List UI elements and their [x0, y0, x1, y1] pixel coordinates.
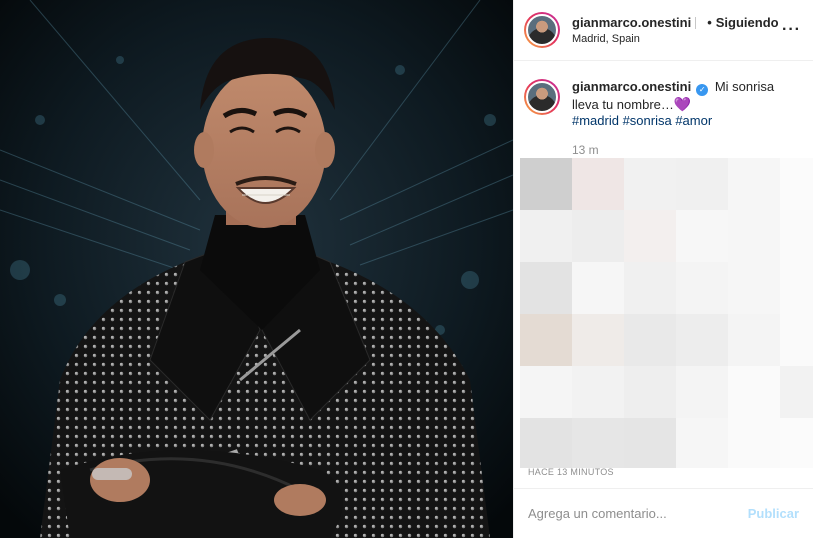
author-username[interactable]: gianmarco.onestini — [572, 15, 691, 30]
blur-block — [624, 314, 676, 366]
blur-block — [728, 210, 780, 262]
blur-block — [676, 262, 728, 314]
blur-block — [728, 366, 780, 418]
header-text: gianmarco.onestini • Siguiendo Madrid, S… — [572, 15, 781, 45]
blur-block — [676, 314, 728, 366]
following-button[interactable]: Siguiendo — [716, 15, 779, 30]
blur-block — [572, 418, 624, 468]
blur-block — [572, 366, 624, 418]
blur-block — [624, 158, 676, 210]
blur-block — [572, 158, 624, 210]
post-location[interactable]: Madrid, Spain — [572, 33, 781, 45]
blur-block — [780, 314, 813, 366]
caption-hashtags[interactable]: #madrid #sonrisa #amor — [572, 113, 712, 128]
caption-block: gianmarco.onestini ✓ Mi sonrisa lleva tu … — [514, 61, 813, 129]
verified-badge-icon: ✓ — [696, 84, 709, 96]
caption-avatar[interactable] — [524, 79, 560, 115]
blur-block — [572, 210, 624, 262]
post-header: gianmarco.onestini • Siguiendo Madrid, S… — [514, 0, 813, 61]
more-options-icon[interactable]: ··· — [781, 21, 801, 39]
blurred-comments-area — [520, 158, 813, 468]
blur-block — [520, 210, 572, 262]
author-avatar[interactable] — [524, 12, 560, 48]
blur-block — [624, 366, 676, 418]
blur-block — [624, 262, 676, 314]
caption-time: 13 m — [572, 143, 599, 157]
comment-bar: Publicar — [514, 488, 813, 538]
header-line: gianmarco.onestini • Siguiendo — [572, 15, 781, 30]
avatar-image — [526, 14, 558, 46]
avatar-image — [526, 81, 558, 113]
blur-block — [780, 158, 813, 210]
caption-username[interactable]: gianmarco.onestini — [572, 79, 691, 94]
blur-block — [728, 158, 780, 210]
username-divider — [695, 16, 701, 29]
blur-block — [780, 366, 813, 418]
blur-block — [728, 418, 780, 468]
blur-block — [676, 366, 728, 418]
blur-block — [676, 210, 728, 262]
blur-block — [676, 158, 728, 210]
blur-block — [728, 262, 780, 314]
blur-block — [780, 262, 813, 314]
blur-block — [624, 418, 676, 468]
blur-block — [520, 158, 572, 210]
blur-block — [520, 262, 572, 314]
post-details-panel: gianmarco.onestini • Siguiendo Madrid, S… — [513, 0, 813, 538]
blur-block — [520, 366, 572, 418]
post-timestamp[interactable]: HACE 13 MINUTOS — [528, 467, 614, 477]
blur-block — [676, 418, 728, 468]
portrait-illustration — [0, 0, 513, 538]
comment-input[interactable] — [528, 506, 748, 521]
blur-block — [572, 262, 624, 314]
post-photo[interactable] — [0, 0, 513, 538]
publish-button[interactable]: Publicar — [748, 506, 799, 521]
blur-block — [572, 314, 624, 366]
blur-block — [780, 210, 813, 262]
caption-body: gianmarco.onestini ✓ Mi sonrisa lleva tu … — [572, 79, 799, 129]
blur-block — [520, 314, 572, 366]
blur-block — [728, 314, 780, 366]
blur-block — [780, 418, 813, 468]
instagram-post: gianmarco.onestini • Siguiendo Madrid, S… — [0, 0, 813, 538]
blur-block — [520, 418, 572, 468]
purple-heart-icon: 💜 — [673, 96, 692, 112]
blur-block — [624, 210, 676, 262]
separator-dot: • — [707, 15, 712, 30]
